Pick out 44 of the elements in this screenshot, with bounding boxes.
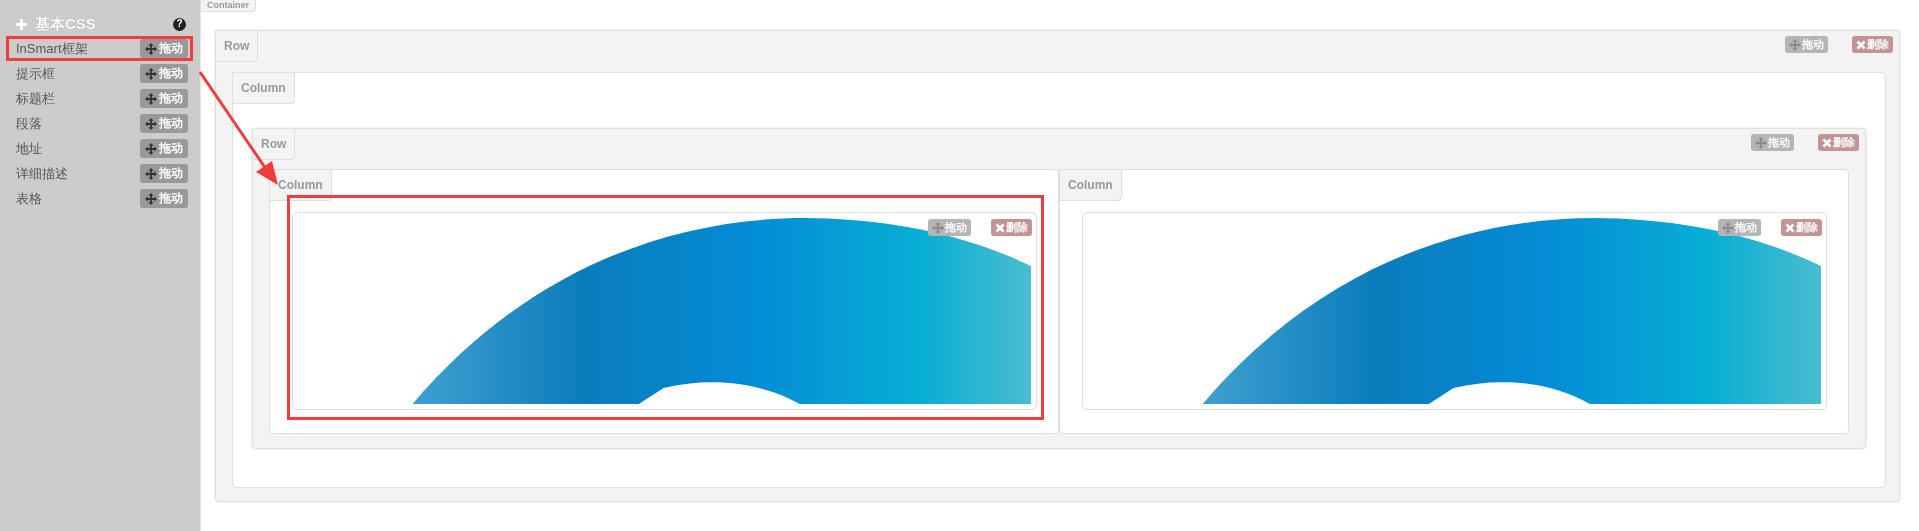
delete-button[interactable]: 删除 xyxy=(1852,36,1893,53)
component-label: 表格 xyxy=(16,189,42,208)
drag-button[interactable]: 拖动 xyxy=(140,89,188,108)
row-label: Row xyxy=(252,128,296,160)
move-icon xyxy=(932,221,944,234)
help-icon[interactable]: ? xyxy=(173,17,186,31)
move-icon xyxy=(1789,38,1801,51)
drag-button[interactable]: 拖动 xyxy=(928,219,971,236)
close-icon xyxy=(1856,39,1866,50)
row-label: Row xyxy=(215,30,259,62)
component-label: 提示框 xyxy=(16,64,55,83)
move-icon xyxy=(1755,136,1767,149)
move-icon xyxy=(145,142,157,155)
delete-button[interactable]: 删除 xyxy=(1818,134,1859,151)
drag-button[interactable]: 拖动 xyxy=(1785,36,1828,53)
component-label: 标题栏 xyxy=(16,89,55,108)
component-label: 段落 xyxy=(16,114,42,133)
column-label: Column xyxy=(1059,169,1122,201)
move-icon xyxy=(145,192,157,205)
component-label: 详细描述 xyxy=(16,164,68,183)
container-label: Container xyxy=(200,0,256,12)
drag-button[interactable]: 拖动 xyxy=(140,64,188,83)
delete-button[interactable]: 删除 xyxy=(991,219,1032,236)
drag-button[interactable]: 拖动 xyxy=(140,39,188,58)
component-label: InSmart框架 xyxy=(16,39,88,58)
component-label: 地址 xyxy=(16,139,42,158)
move-icon xyxy=(145,67,157,80)
drag-button[interactable]: 拖动 xyxy=(140,164,188,183)
drag-button[interactable]: 拖动 xyxy=(1718,219,1761,236)
drag-button[interactable]: 拖动 xyxy=(140,114,188,133)
drag-button[interactable]: 拖动 xyxy=(140,189,188,208)
drag-button[interactable]: 拖动 xyxy=(140,139,188,158)
delete-button[interactable]: 删除 xyxy=(1781,219,1822,236)
drag-button[interactable]: 拖动 xyxy=(1751,134,1794,151)
close-icon xyxy=(1822,137,1832,148)
move-icon xyxy=(145,167,157,180)
close-icon xyxy=(1785,222,1795,233)
column-label: Column xyxy=(232,72,295,104)
move-icon xyxy=(1722,221,1734,234)
plus-icon[interactable] xyxy=(16,18,27,30)
close-icon xyxy=(995,222,1005,233)
move-icon xyxy=(145,42,157,55)
move-icon xyxy=(145,92,157,105)
move-icon xyxy=(145,117,157,130)
